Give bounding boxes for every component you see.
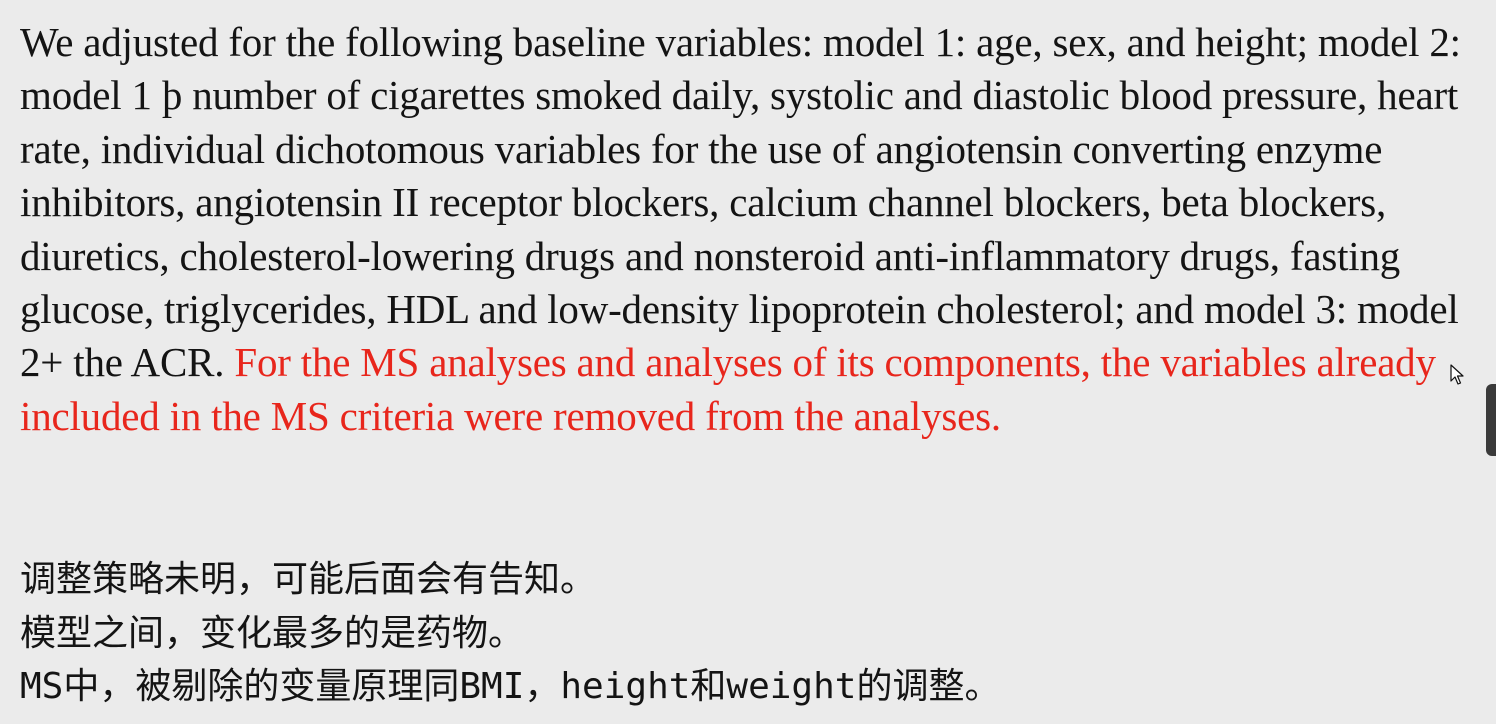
document-page: We adjusted for the following baseline v…	[0, 0, 1496, 724]
methods-paragraph: We adjusted for the following baseline v…	[20, 16, 1472, 443]
mouse-pointer-icon	[1450, 364, 1464, 385]
note-line-1: 调整策略未明，可能后面会有告知。	[20, 559, 597, 600]
note-line-3: MS中，被剔除的变量原理同BMI，height和weight的调整。	[20, 666, 1001, 707]
chinese-notes: 调整策略未明，可能后面会有告知。 模型之间，变化最多的是药物。 MS中，被剔除的…	[20, 553, 1000, 714]
note-line-2: 模型之间，变化最多的是药物。	[20, 612, 525, 654]
paragraph-text: We adjusted for the following baseline v…	[20, 19, 1461, 386]
side-scroll-handle[interactable]	[1486, 384, 1496, 456]
